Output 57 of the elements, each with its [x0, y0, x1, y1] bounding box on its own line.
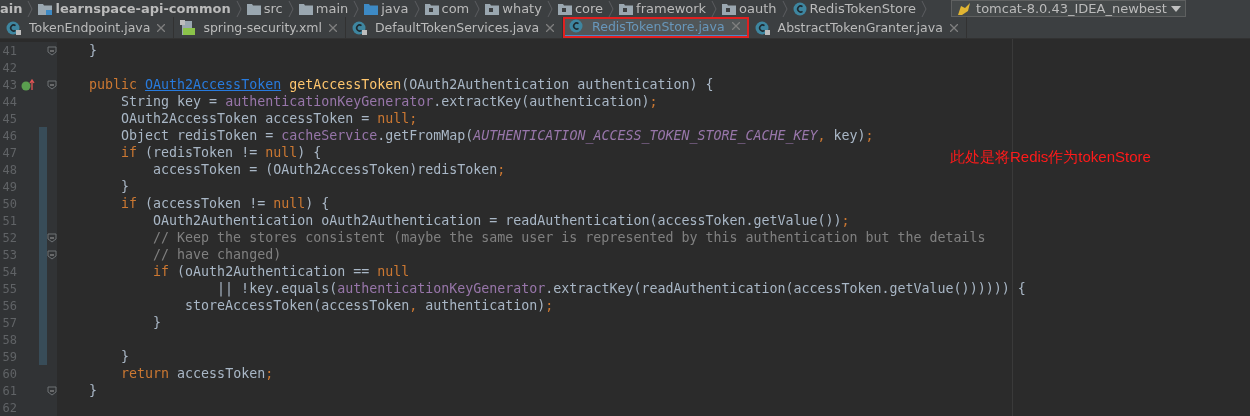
code-line: OAuth2Authentication oAuth2Authentication = readAuthentication(accessToken.getValue()); — [152, 213, 850, 228]
code-line: OAuth2AccessToken accessToken = null; — [120, 111, 418, 126]
editor-tab[interactable]: spring-security.xml — [174, 17, 346, 38]
code-line: String key = authenticationKeyGenerator.extractKey(authentication); — [120, 94, 658, 109]
chevron-icon — [711, 0, 718, 17]
code-line: || !key.equals(authenticationKeyGenerator.extractKey(readAuthentication(accessToken.getValue()))))) { — [216, 281, 1026, 296]
close-icon[interactable] — [157, 23, 166, 32]
folder-icon — [298, 2, 313, 15]
breadcrumb-item[interactable]: learnspace-api-common — [55, 1, 231, 16]
chevron-icon — [608, 0, 615, 17]
class-icon — [792, 1, 807, 16]
breadcrumb-item[interactable]: src — [263, 1, 283, 16]
breadcrumb-item[interactable]: java — [381, 1, 409, 16]
close-icon[interactable] — [328, 23, 337, 32]
code-line: return accessToken; — [120, 366, 274, 381]
code-line: accessToken = (OAuth2AccessToken)redisToken; — [152, 162, 506, 177]
change-marker[interactable] — [39, 127, 47, 144]
caret-icon — [1170, 5, 1181, 12]
code-line: if (redisToken != null) { — [120, 145, 322, 160]
run-config-dropdown[interactable]: tomcat-8.0.43_IDEA_newbest — [951, 0, 1186, 17]
code-line: Object redisToken = cacheService.getFromMap(AUTHENTICATION_ACCESS_TOKEN_STORE_CACHE_KEY, key); — [120, 128, 874, 143]
breadcrumb-item[interactable]: core — [574, 1, 604, 16]
breadcrumb-item[interactable]: ain — [0, 1, 23, 16]
breadcrumb-item[interactable]: main — [315, 1, 349, 16]
folder-icon — [364, 2, 379, 15]
code-line: if (oAuth2Authentication == null — [152, 264, 410, 279]
folder-icon — [38, 2, 53, 15]
code-line: } — [120, 179, 130, 194]
editor-tab[interactable]: TokenEndpoint.java — [0, 17, 175, 38]
change-marker[interactable] — [39, 348, 47, 365]
code-line: } — [88, 43, 98, 58]
code-line: if (accessToken != null) { — [120, 196, 330, 211]
annotation-text: 此处是将Redis作为tokenStore — [950, 148, 1151, 167]
fold-icon[interactable] — [47, 385, 57, 396]
fold-icon[interactable] — [47, 45, 57, 56]
breadcrumb-item[interactable]: com — [441, 1, 470, 16]
code-line: // have changed) — [152, 247, 282, 262]
breadcrumb-item[interactable]: framework — [636, 1, 707, 16]
editor-tab[interactable]: AbstractTokenGranter.java — [748, 17, 967, 38]
editor-tab[interactable]: DefaultTokenServices.java — [345, 17, 564, 38]
code-line: } — [152, 315, 162, 330]
code-line: // Keep the stores consistent (maybe the same user is represented by this authentication but the details — [152, 230, 986, 245]
code-line: storeAccessToken(accessToken, authentication); — [184, 298, 554, 313]
code-line: } — [88, 383, 98, 398]
fold-icon[interactable] — [47, 79, 57, 90]
fold-icon[interactable] — [47, 232, 57, 243]
breadcrumb-item[interactable]: whaty — [502, 1, 542, 16]
close-icon[interactable] — [949, 23, 958, 32]
breadcrumb-item[interactable]: RedisTokenStore — [809, 1, 917, 16]
folder-icon — [246, 2, 261, 15]
fold-icon[interactable] — [47, 249, 57, 260]
close-icon[interactable] — [546, 23, 555, 32]
override-marker-icon[interactable] — [21, 78, 35, 91]
code-line: public OAuth2AccessToken getAccessToken(OAuth2Authentication authentication) { — [88, 77, 714, 92]
code-line: } — [120, 349, 130, 364]
breadcrumb-item[interactable]: oauth — [739, 1, 777, 16]
close-icon[interactable] — [731, 22, 740, 30]
